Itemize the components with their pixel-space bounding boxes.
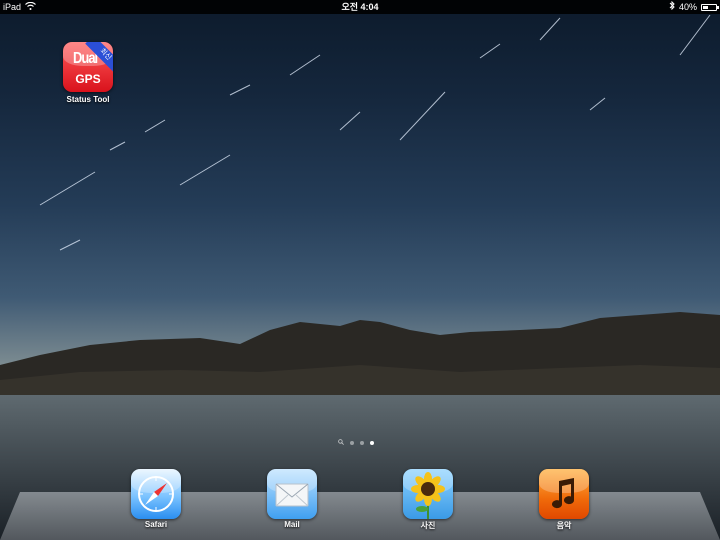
dock-label: 사진: [420, 521, 436, 530]
status-time: 오전 4:04: [341, 2, 379, 12]
dock-app-music[interactable]: 음악: [529, 469, 599, 531]
envelope-icon[interactable]: [267, 469, 317, 519]
battery-percent: 40%: [678, 2, 697, 12]
page-dot-3[interactable]: [370, 441, 374, 445]
page-dot-1[interactable]: [350, 441, 354, 445]
icon-text-gps: GPS: [75, 72, 101, 86]
dock: [0, 492, 720, 540]
music-note-icon[interactable]: [539, 469, 589, 519]
search-icon[interactable]: [338, 439, 344, 447]
page-indicator[interactable]: [338, 439, 374, 447]
dock-label: 음악: [556, 521, 572, 530]
dual-gps-icon[interactable]: Dual 최신 GPS: [63, 42, 113, 92]
app-label: Status Tool: [66, 95, 110, 104]
dock-label: Safari: [144, 520, 168, 529]
bluetooth-icon: [669, 0, 675, 14]
wifi-icon: [25, 0, 36, 14]
battery-icon: [701, 3, 719, 11]
compass-icon[interactable]: [131, 469, 181, 519]
dock-app-safari[interactable]: Safari: [121, 469, 191, 529]
dock-label: Mail: [284, 520, 300, 529]
star-trails: [39, 14, 711, 251]
dock-app-photos[interactable]: 사진: [393, 469, 463, 531]
dock-app-mail[interactable]: Mail: [257, 469, 327, 529]
page-dot-2[interactable]: [360, 441, 364, 445]
app-status-tool[interactable]: Dual 최신 GPS Status Tool: [48, 42, 128, 104]
device-name: iPad: [3, 2, 22, 12]
sunflower-icon[interactable]: [403, 469, 453, 519]
status-bar: 오전 4:04 iPad 40%: [0, 0, 720, 14]
